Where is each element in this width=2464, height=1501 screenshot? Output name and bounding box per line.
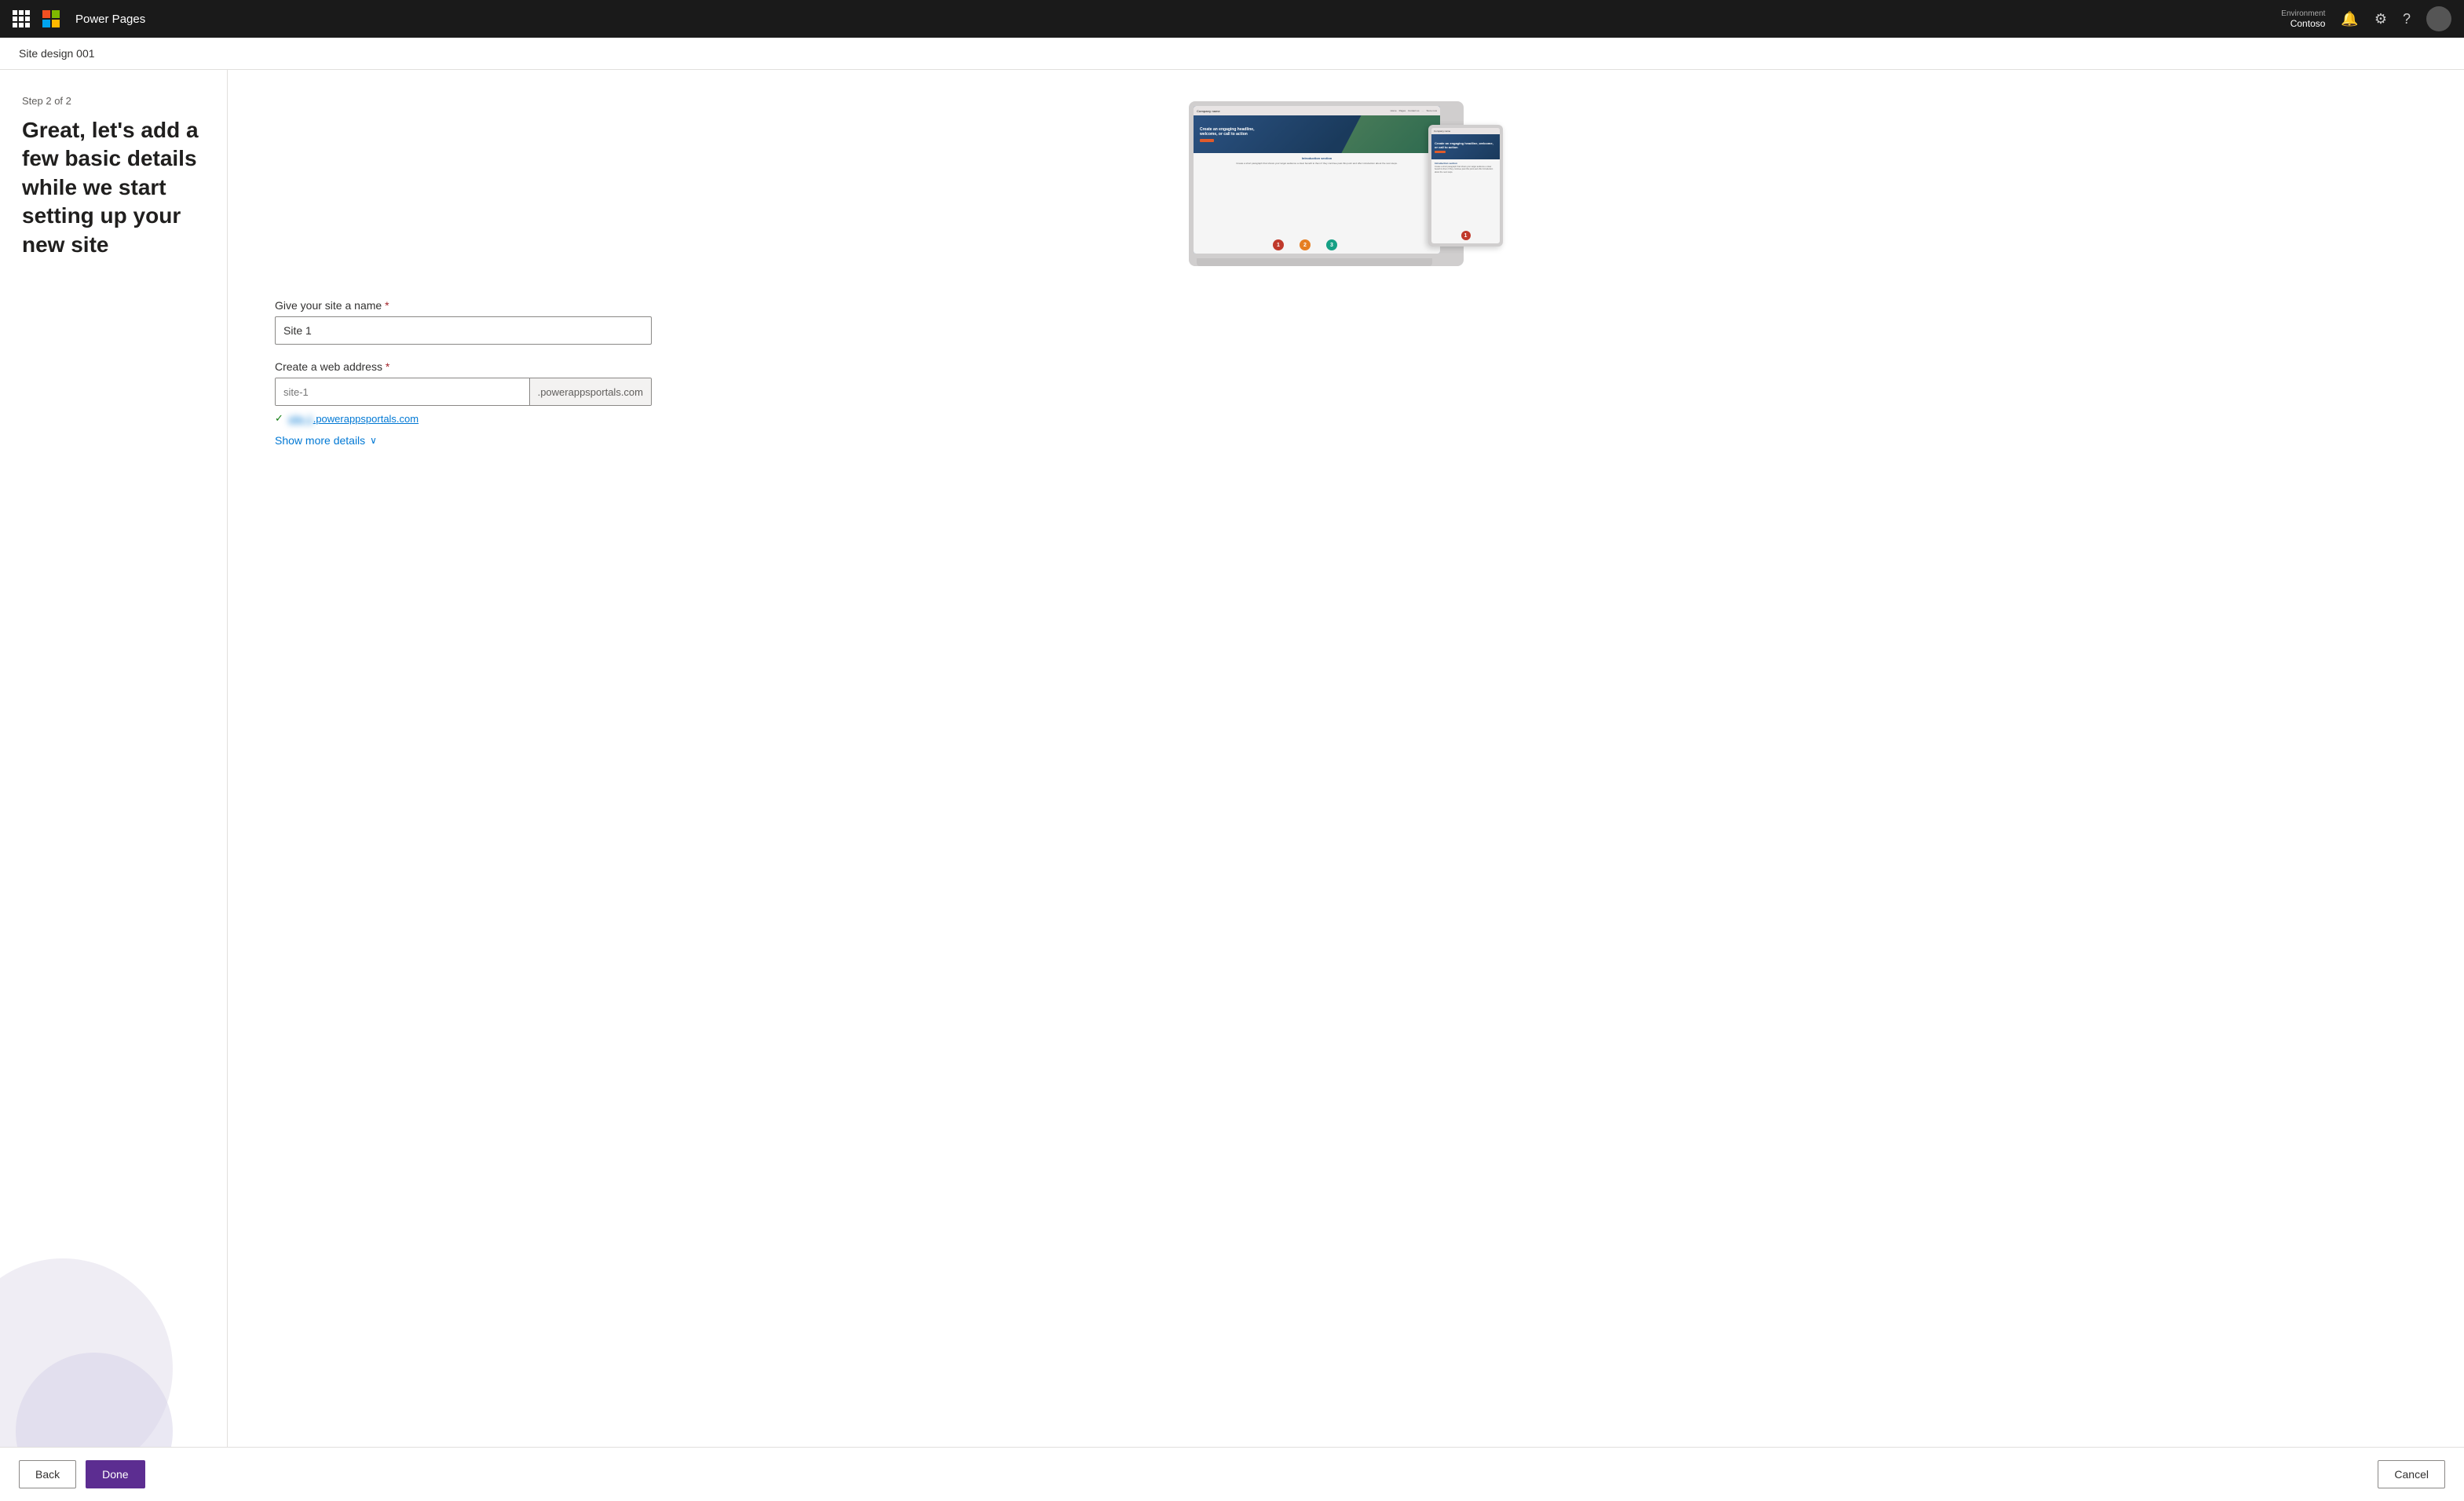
phone-hero-button: [1435, 151, 1446, 153]
laptop-mockup: Company name Home Pages Contact us ··· S…: [1189, 101, 1464, 266]
check-icon: ✓: [275, 412, 283, 425]
app-name: Power Pages: [75, 13, 145, 26]
mockup-dot-2: 2: [1300, 239, 1311, 250]
phone-hero-title: Create an engaging headline, welcome, or…: [1435, 141, 1497, 149]
notification-icon[interactable]: 🔔: [2341, 11, 2358, 27]
phone-intro-title: Introduction section: [1435, 162, 1497, 165]
mockup-nav: Company name Home Pages Contact us ··· S…: [1194, 106, 1440, 115]
mockup-intro-title: Introduction section: [1200, 156, 1434, 160]
chevron-down-icon: ∨: [370, 435, 377, 446]
help-icon[interactable]: ?: [2403, 11, 2411, 27]
topbar-right: Environment Contoso 🔔 ⚙ ?: [2281, 6, 2451, 31]
site-name-required: *: [385, 299, 389, 312]
phone-dot: 1: [1461, 231, 1471, 240]
mockup-brand: Company name: [1197, 109, 1220, 113]
back-button[interactable]: Back: [19, 1460, 76, 1488]
show-more-label: Show more details: [275, 434, 365, 447]
cancel-button[interactable]: Cancel: [2378, 1460, 2445, 1488]
preview-container: Company name Home Pages Contact us ··· S…: [275, 101, 2417, 274]
web-address-required: *: [386, 360, 389, 373]
footer-right: Cancel: [2378, 1460, 2445, 1488]
done-button[interactable]: Done: [86, 1460, 144, 1488]
environment-block: Environment Contoso: [2281, 9, 2325, 29]
mockup-intro-text: Create a short paragraph that shows your…: [1200, 162, 1434, 165]
web-address-label: Create a web address *: [275, 360, 652, 373]
phone-mockup: Company name Create an engaging headline…: [1428, 125, 1503, 247]
url-check-row: ✓ site-1.powerappsportals.com: [275, 412, 652, 425]
phone-hero-content: Create an engaging headline, welcome, or…: [1435, 141, 1497, 153]
laptop-screen-inner: Company name Home Pages Contact us ··· S…: [1194, 106, 1440, 254]
url-check-link[interactable]: site-1.powerappsportals.com: [288, 413, 419, 425]
mockup-intro: Introduction section Create a short para…: [1194, 153, 1440, 168]
microsoft-logo: [42, 10, 60, 27]
step-label: Step 2 of 2: [22, 95, 205, 107]
page-title: Site design 001: [19, 47, 95, 60]
mockup-dots: 1 2 3: [1194, 239, 1417, 250]
phone-intro: Introduction section Create a short para…: [1431, 159, 1500, 176]
laptop-base: [1197, 258, 1432, 266]
show-more-button[interactable]: Show more details ∨: [275, 434, 377, 447]
footer: Back Done Cancel: [0, 1447, 2464, 1501]
mockup-dot-1: 1: [1273, 239, 1284, 250]
web-address-input[interactable]: [276, 378, 529, 405]
site-name-label: Give your site a name *: [275, 299, 652, 312]
environment-name: Contoso: [2290, 18, 2326, 29]
main-layout: Step 2 of 2 Great, let's add a few basic…: [0, 70, 2464, 1447]
mockup-nav-items: Home Pages Contact us ··· Store now: [1391, 109, 1437, 112]
web-address-suffix: .powerappsportals.com: [529, 378, 651, 405]
sidebar-heading: Great, let's add a few basic details whi…: [22, 116, 205, 259]
web-address-row: .powerappsportals.com: [275, 378, 652, 406]
mockup-hero-button: [1200, 139, 1214, 142]
mockup-hero: Create an engaging headline,welcome, or …: [1194, 115, 1440, 153]
sidebar: Step 2 of 2 Great, let's add a few basic…: [0, 70, 228, 1447]
settings-icon[interactable]: ⚙: [2374, 11, 2387, 27]
form-section: Give your site a name * Create a web add…: [275, 299, 652, 447]
waffle-icon[interactable]: [13, 10, 30, 27]
url-suffix: .powerappsportals.com: [313, 413, 419, 425]
url-prefix-blurred: site-1: [288, 413, 313, 425]
phone-intro-text: Create a short paragraph that shows your…: [1435, 166, 1497, 173]
phone-hero: Create an engaging headline, welcome, or…: [1431, 134, 1500, 159]
mockup-hero-image: [1341, 115, 1440, 153]
site-name-input[interactable]: [275, 316, 652, 345]
subheader: Site design 001: [0, 38, 2464, 70]
phone-screen: Company name Create an engaging headline…: [1431, 128, 1500, 243]
mockup-hero-content: Create an engaging headline,welcome, or …: [1200, 127, 1254, 142]
mockup-dot-3: 3: [1326, 239, 1337, 250]
phone-nav: Company name: [1431, 128, 1500, 134]
mockup-hero-title: Create an engaging headline,welcome, or …: [1200, 127, 1254, 137]
laptop-screen: Company name Home Pages Contact us ··· S…: [1194, 106, 1440, 254]
mockup-wrap: Company name Home Pages Contact us ··· S…: [1189, 101, 1503, 274]
avatar[interactable]: [2426, 6, 2451, 31]
environment-label: Environment: [2281, 9, 2325, 18]
content-area: Company name Home Pages Contact us ··· S…: [228, 70, 2464, 1447]
topbar: Power Pages Environment Contoso 🔔 ⚙ ?: [0, 0, 2464, 38]
